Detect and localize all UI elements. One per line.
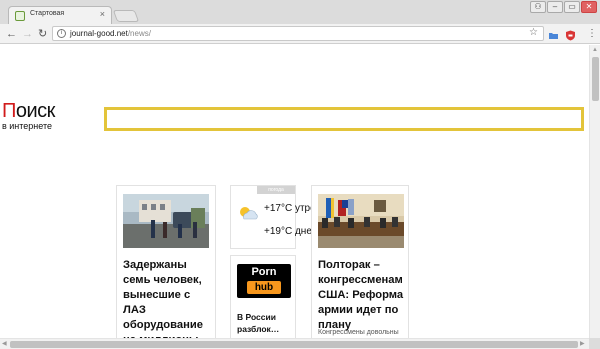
weather-badge: погода [257,186,295,194]
ad-logo-top: Porn [251,266,277,278]
address-bar[interactable]: i journal-good.net/news/ ☆ [52,26,544,41]
ad-logo-bottom: hub [247,281,281,294]
page-favicon-icon [15,11,25,21]
partly-cloudy-icon [237,205,259,226]
forward-arrow-icon[interactable]: → [22,27,33,41]
browser-menu-icon[interactable]: ⋮ [587,28,597,39]
news-thumbnail-image[interactable] [318,194,404,248]
minimize-button[interactable]: – [547,1,563,13]
ad-card[interactable]: Porn hub В России разблок… [230,255,296,338]
vertical-scrollbar[interactable]: ▲ [589,45,600,338]
close-window-button[interactable]: ✕ [581,1,597,13]
user-profile-button[interactable]: ⚇ [530,1,546,13]
scroll-right-arrow-icon[interactable]: ▶ [580,340,585,347]
tab-title: Стартовая [30,10,65,17]
vertical-scroll-thumb[interactable] [592,57,599,101]
weather-widget[interactable]: погода +17°C утро +19°C днем [230,185,319,249]
news-headline[interactable]: Полторак – конгрессменам США: Реформа ар… [318,258,410,333]
extension-folder-icon[interactable] [548,28,559,39]
new-tab-button[interactable] [112,10,140,22]
scrollbar-corner [589,338,600,349]
tab-close-icon[interactable]: × [100,9,105,19]
horizontal-scrollbar[interactable]: ◀ ▶ [0,338,589,349]
news-snippet: Конгрессмены довольны [318,329,399,336]
logo-title: Поиск [2,100,55,122]
weather-morning-temp: +17°C утро [264,203,316,214]
browser-toolbar: ← → ↻ i journal-good.net/news/ ☆ ⋮ [0,24,600,44]
bookmark-star-icon[interactable]: ☆ [529,27,538,38]
news-card[interactable]: Задержаны семь человек, вынесшие с ЛАЗ о… [116,185,216,338]
url-text[interactable]: journal-good.net/news/ [70,29,151,38]
site-info-icon[interactable]: i [57,29,66,38]
news-headline[interactable]: Задержаны семь человек, вынесшие с ЛАЗ о… [123,258,215,338]
logo-subtitle: в интернете [2,121,53,131]
logo-title-rest: оиск [15,100,56,122]
maximize-button[interactable]: ▭ [564,1,580,13]
url-domain: journal-good.net [70,29,128,38]
back-arrow-icon[interactable]: ← [6,27,17,41]
ad-text[interactable]: В России разблок… [237,311,295,335]
web-page: Поиск в интернете Задержаны семь человек… [0,45,589,338]
news-thumbnail-image[interactable] [123,194,209,248]
search-input[interactable] [104,107,584,131]
horizontal-scroll-thumb[interactable] [10,341,578,348]
site-logo[interactable]: Поиск в интернете [2,100,55,131]
scroll-left-arrow-icon[interactable]: ◀ [2,340,7,347]
url-path: /news/ [127,29,151,38]
reload-icon[interactable]: ↻ [38,27,47,41]
browser-tab[interactable]: Стартовая × [8,6,112,25]
news-card[interactable]: Полторак – конгрессменам США: Реформа ар… [311,185,409,338]
extension-shield-icon[interactable] [565,28,576,41]
browser-title-bar: Стартовая × ⚇ – ▭ ✕ [0,0,600,25]
ad-logo[interactable]: Porn hub [237,264,291,298]
logo-title-first-letter: П [2,100,16,122]
scroll-up-arrow-icon[interactable]: ▲ [592,47,598,53]
